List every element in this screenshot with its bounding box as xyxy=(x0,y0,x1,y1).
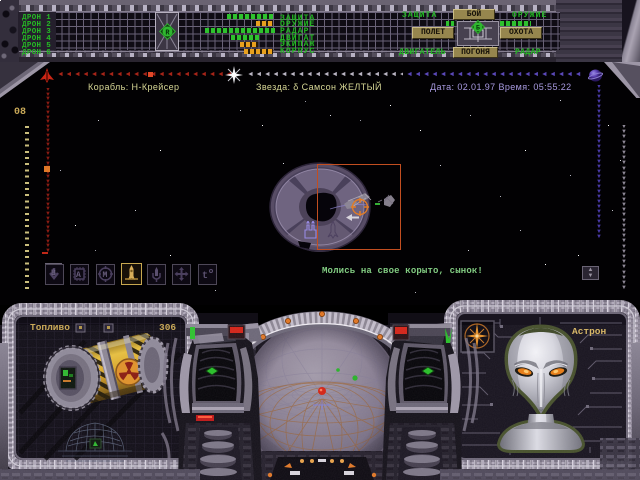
svg-text:A: A xyxy=(76,271,81,280)
svg-text:B: B xyxy=(51,269,56,278)
svg-text:306: 306 xyxy=(159,322,176,333)
svg-text:Б: Б xyxy=(476,25,480,32)
svg-text:Астрон: Астрон xyxy=(572,326,607,337)
svg-text:Топливо: Топливо xyxy=(30,322,70,333)
svg-text:M: M xyxy=(103,271,108,280)
svg-text:t: t xyxy=(202,271,208,282)
